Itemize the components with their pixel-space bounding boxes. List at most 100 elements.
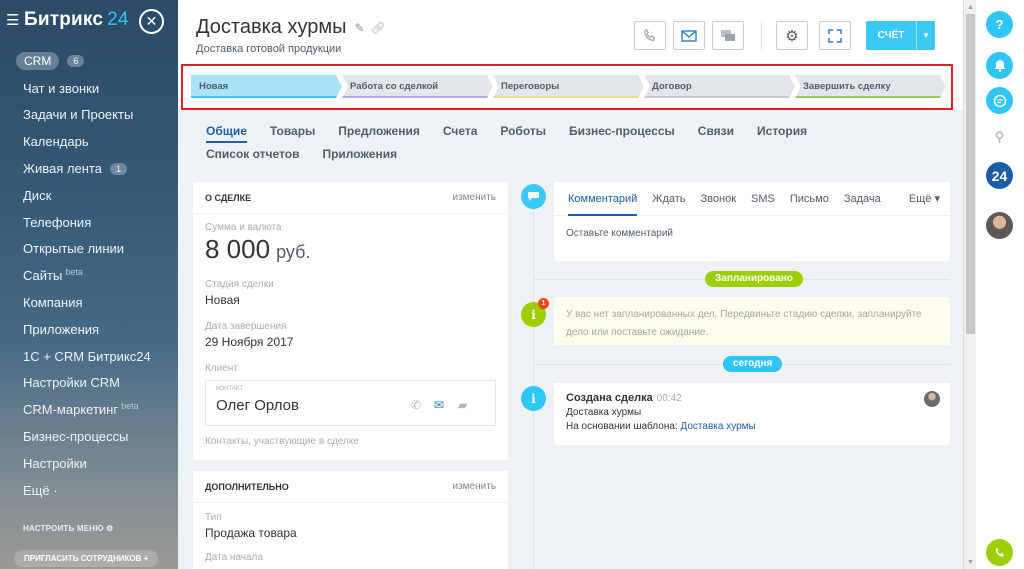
configure-menu-button[interactable]: НАСТРОИТЬ МЕНЮ ⚙ [23, 524, 114, 533]
sidebar-item-open-lines[interactable]: Открытые линии [0, 236, 178, 263]
link-icon[interactable]: 🔗︎ [371, 21, 386, 35]
phone-icon[interactable]: ✆ [411, 398, 421, 412]
sidebar-item-apps[interactable]: Приложения [0, 316, 178, 343]
stage-new[interactable]: Новая [191, 75, 342, 98]
currency: руб. [276, 242, 311, 262]
help-icon[interactable]: ? [986, 11, 1013, 38]
phone-icon[interactable] [986, 539, 1013, 566]
envelope-icon[interactable]: ✉ [434, 398, 444, 412]
sidebar-item-tasks[interactable]: Задачи и Проекты [0, 102, 178, 129]
stage-bar-container: Новая Работа со сделкой Переговоры Догов… [178, 64, 963, 110]
search-icon[interactable]: ⚲ [986, 123, 1013, 150]
more-menu[interactable]: Ещё ▾ [909, 182, 940, 216]
edit-link[interactable]: изменить [452, 192, 496, 203]
gear-icon: ⚙ [785, 27, 799, 45]
stage-finish[interactable]: Завершить сделку [795, 75, 946, 98]
menu-icon[interactable]: ☰ [6, 11, 20, 29]
sidebar-item-company[interactable]: Компания [0, 289, 178, 316]
settings-button[interactable]: ⚙ [776, 21, 808, 50]
tab-offers[interactable]: Предложения [338, 120, 420, 143]
template-link[interactable]: Доставка хурмы [680, 421, 755, 432]
email-button[interactable] [673, 21, 705, 50]
configure-menu-label: НАСТРОИТЬ МЕНЮ [23, 524, 104, 533]
additional-panel: ДОПОЛНИТЕЛЬНО изменить Тип Продажа товар… [193, 471, 508, 569]
sidebar-item-telephony[interactable]: Телефония [0, 209, 178, 236]
sidebar-item-more[interactable]: Ещё · [0, 477, 178, 504]
phone-icon [644, 28, 656, 41]
tab-products[interactable]: Товары [270, 120, 315, 143]
avatar[interactable] [986, 212, 1013, 239]
stage-field-value[interactable]: Новая [205, 293, 496, 307]
panel-header: ДОПОЛНИТЕЛЬНО изменить [193, 471, 508, 503]
sidebar-item-crm-marketing[interactable]: CRM-маркетинг beta [0, 396, 178, 423]
sidebar-item-settings[interactable]: Настройки [0, 450, 178, 477]
contact-name[interactable]: Олег Орлов [216, 397, 299, 414]
sidebar-item-crm-settings[interactable]: Настройки CRM [0, 370, 178, 397]
template-prefix: На основании шаблона: [566, 421, 678, 432]
tab-robots[interactable]: Роботы [500, 120, 546, 143]
chat-icon [721, 29, 735, 41]
sidebar-item-label: CRM [16, 52, 60, 71]
stage-color-bar [191, 96, 342, 98]
tab-wait[interactable]: Ждать [652, 182, 685, 216]
tab-links[interactable]: Связи [698, 120, 734, 143]
stage-negotiation[interactable]: Переговоры [493, 75, 644, 98]
timeline-line [533, 196, 534, 569]
stage-contract[interactable]: Договор [644, 75, 795, 98]
sidebar-item-crm[interactable]: CRM 6 [0, 48, 178, 75]
invite-button[interactable]: ПРИГЛАСИТЬ СОТРУДНИКОВ + [14, 550, 159, 567]
tab-general[interactable]: Общие [206, 122, 247, 143]
scrollbar-thumb[interactable] [966, 14, 975, 334]
bitrix24-icon[interactable]: 24 [986, 162, 1013, 189]
tab-comment[interactable]: Комментарий [568, 182, 638, 216]
tab-task[interactable]: Задача [844, 182, 881, 216]
tab-call[interactable]: Звонок [701, 182, 737, 216]
expand-icon [828, 28, 842, 43]
sidebar-item-disk[interactable]: Диск [0, 182, 178, 209]
close-date-value[interactable]: 29 Ноября 2017 [205, 335, 496, 349]
chat-button[interactable] [712, 21, 744, 50]
avatar[interactable] [924, 391, 940, 407]
amount-value[interactable]: 8 000 руб. [205, 234, 496, 265]
chevron-down-icon[interactable]: ▼ [916, 21, 935, 50]
pencil-icon[interactable]: ✎ [354, 21, 364, 35]
scrollbar[interactable]: ▲ ▼ [963, 0, 976, 569]
tab-email[interactable]: Письмо [790, 182, 829, 216]
fullscreen-button[interactable] [819, 21, 851, 50]
notice-line: У вас нет запланированных дел. Передвинь… [566, 309, 922, 320]
left-sidebar: ☰ Битрикс 24 ✕ CRM 6 Чат и звонки Задачи … [0, 0, 178, 569]
stage-color-bar [493, 96, 644, 98]
notification-bell-icon[interactable] [986, 52, 1013, 79]
event-time: 00:42 [656, 393, 682, 404]
sidebar-item-chat[interactable]: Чат и звонки [0, 75, 178, 102]
sidebar-item-sites[interactable]: Сайты beta [0, 262, 178, 289]
counter-badge: 1 [538, 298, 549, 309]
stage-in-work[interactable]: Работа со сделкой [342, 75, 493, 98]
sidebar-item-1c[interactable]: 1С + CRM Битрикс24 [0, 343, 178, 370]
tab-sms[interactable]: SMS [751, 182, 775, 216]
tab-history[interactable]: История [757, 120, 807, 143]
contacts-note: Контакты, участвующие в сделке [205, 436, 359, 447]
invoice-button[interactable]: СЧЁТ ▼ [866, 21, 935, 50]
sidebar-item-bizproc[interactable]: Бизнес-процессы [0, 423, 178, 450]
comment-input[interactable]: Оставьте комментарий [554, 216, 950, 239]
speech-bubble-icon [528, 192, 539, 201]
client-card[interactable]: КОНТАКТ Олег Орлов ✆ ✉ ▰ [205, 380, 496, 426]
chat-icon[interactable]: ▰ [458, 398, 467, 412]
sidebar-item-label: CRM-маркетинг [23, 402, 119, 418]
close-icon[interactable]: ✕ [139, 9, 164, 34]
sidebar-item-label: Компания [23, 295, 83, 311]
type-value[interactable]: Продажа товара [205, 526, 496, 540]
messenger-icon[interactable] [986, 87, 1013, 114]
tab-reports[interactable]: Список отчетов [206, 143, 299, 166]
logo[interactable]: Битрикс 24 [24, 9, 129, 31]
beta-label: beta [65, 266, 83, 277]
sidebar-item-calendar[interactable]: Календарь [0, 128, 178, 155]
tab-bizproc[interactable]: Бизнес-процессы [569, 120, 675, 143]
sidebar-item-feed[interactable]: Живая лента 1 [0, 155, 178, 182]
tab-invoices[interactable]: Счета [443, 120, 478, 143]
stage-label: Договор [652, 81, 692, 92]
call-button[interactable] [634, 21, 666, 50]
tab-applications[interactable]: Приложения [322, 143, 397, 166]
edit-link[interactable]: изменить [452, 481, 496, 492]
